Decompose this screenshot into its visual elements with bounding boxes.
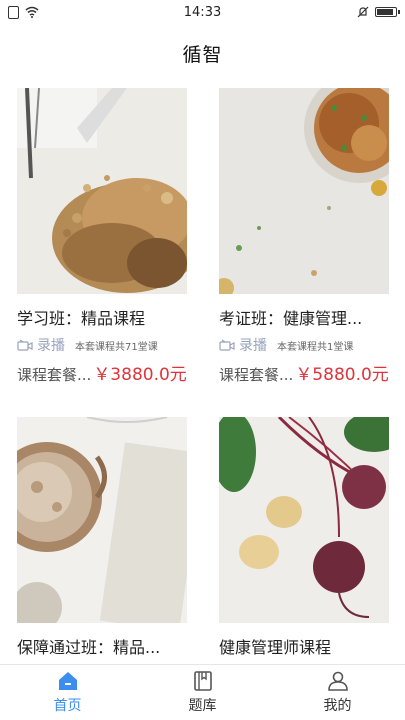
course-grid: 学习班：精品课程 录播 本套课程共71堂课 课程套餐... ￥3880.0元 考… (0, 88, 405, 662)
video-icon (17, 339, 33, 351)
price-label: 课程套餐... (17, 366, 92, 384)
tab-label: 我的 (323, 698, 352, 714)
tab-home[interactable]: 首页 (0, 665, 135, 720)
book-icon (193, 671, 212, 691)
course-title: 保障通过班：精品... (17, 638, 161, 657)
tab-label: 题库 (188, 698, 217, 714)
price-value: ￥5880.0元 (295, 365, 389, 385)
lesson-count: 本套课程共1堂课 (277, 341, 354, 353)
course-type: 录播 (37, 338, 65, 354)
user-icon (327, 671, 348, 691)
nuts-photo (17, 88, 187, 294)
home-icon (58, 672, 77, 690)
course-image-beets[interactable] (219, 417, 389, 623)
course-meta: 录播 本套课程共1堂课 (219, 336, 389, 354)
course-card[interactable]: 保障通过班：精品... (17, 417, 187, 659)
course-image-nuts[interactable] (17, 88, 187, 294)
course-title: 健康管理师课程 (219, 638, 332, 657)
course-card[interactable]: 学习班：精品课程 录播 本套课程共71堂课 课程套餐... ￥3880.0元 (17, 88, 187, 385)
course-title: 考证班：健康管理... (219, 309, 363, 328)
tab-label: 首页 (53, 698, 82, 714)
lesson-count: 本套课程共71堂课 (75, 341, 158, 353)
price-row: 课程套餐... ￥5880.0元 (219, 360, 389, 385)
app-header: 循智 (0, 24, 405, 82)
course-card[interactable]: 健康管理师课程 (219, 417, 389, 659)
price-value: ￥3880.0元 (93, 365, 187, 385)
page-title: 循智 (182, 43, 223, 66)
tab-mine[interactable]: 我的 (270, 665, 405, 720)
status-time: 14:33 (183, 4, 222, 20)
course-card[interactable]: 考证班：健康管理... 录播 本套课程共1堂课 课程套餐... ￥5880.0元 (219, 88, 389, 385)
course-type: 录播 (239, 338, 267, 354)
battery-icon (375, 7, 400, 17)
tab-bar: 首页 题库 我的 (0, 664, 405, 720)
price-label: 课程套餐... (219, 366, 294, 384)
price-row: 课程套餐... ￥3880.0元 (17, 360, 187, 385)
beets-potatoes-photo (219, 417, 389, 623)
course-title: 学习班：精品课程 (17, 309, 146, 328)
video-icon (219, 339, 235, 351)
course-meta: 录播 本套课程共71堂课 (17, 336, 187, 354)
course-image-salad[interactable] (219, 88, 389, 294)
status-bar: 14:33 (0, 0, 405, 24)
salad-bowl-photo (219, 88, 389, 294)
course-image-coffee[interactable] (17, 417, 187, 623)
tab-question-bank[interactable]: 题库 (135, 665, 270, 720)
coffee-notebook-photo (17, 417, 187, 623)
